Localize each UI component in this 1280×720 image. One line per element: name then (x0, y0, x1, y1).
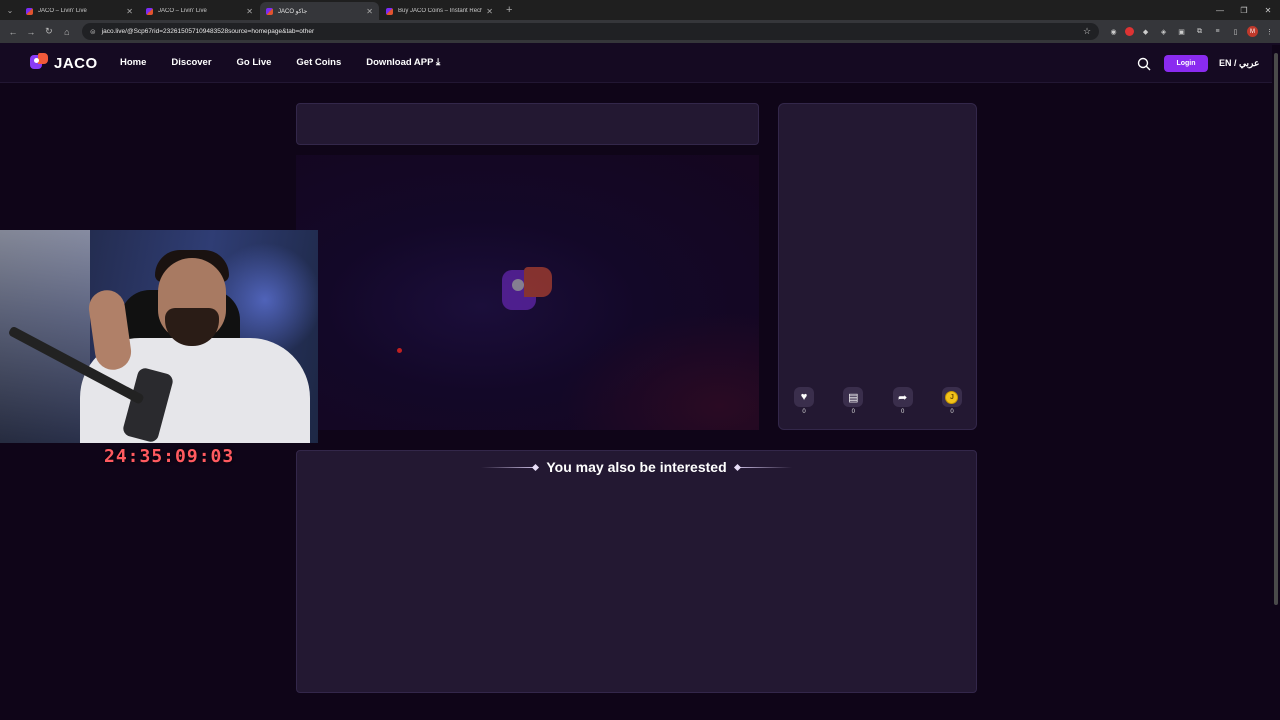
chat-side-panel: ♥ 0 ▤ 0 ➦ 0 J 0 (778, 103, 977, 430)
browser-tab-strip: ⌄ JACO – Livin' Live ✕ JACO – Livin' Liv… (0, 0, 1280, 20)
browser-tab-3[interactable]: JACO جاكو ✕ (260, 2, 379, 20)
nav-download-app[interactable]: Download APP ⤓ (366, 57, 440, 68)
nav-download-label: Download APP (366, 57, 434, 68)
video-player[interactable] (296, 155, 759, 430)
heart-icon: ♥ (794, 387, 814, 407)
close-tab-icon[interactable]: ✕ (486, 7, 493, 16)
profile-avatar[interactable]: M (1247, 26, 1259, 37)
url-text: jaco.live/@Scp67rid=232615057109483528so… (101, 28, 315, 35)
sidebar-icon[interactable]: ▯ (1229, 25, 1242, 38)
browser-tab-4[interactable]: Buy JACO Coins – Instant Rech ✕ (380, 2, 499, 20)
recommendations-heading: You may also be interested (297, 459, 976, 475)
browser-tab-2[interactable]: JACO – Livin' Live ✕ (140, 2, 259, 20)
main-nav: Home Discover Go Live Get Coins Download… (120, 57, 465, 68)
recommendations-title: You may also be interested (546, 459, 727, 475)
jaco-favicon (386, 7, 393, 15)
close-tab-icon[interactable]: ✕ (126, 7, 133, 16)
gift-button[interactable]: J 0 (935, 387, 969, 417)
reload-icon[interactable]: ↻ (40, 23, 58, 41)
nav-discover[interactable]: Discover (171, 57, 211, 68)
jaco-favicon (146, 7, 153, 15)
logo-text: JACO (54, 54, 98, 72)
window-controls: — ❐ ✕ (1208, 0, 1280, 20)
jaco-favicon (266, 7, 273, 15)
cursor-marker (397, 348, 402, 353)
heading-right-ornament (736, 466, 792, 468)
close-tab-icon[interactable]: ✕ (246, 7, 253, 16)
bookmark-star-icon[interactable]: ☆ (1083, 26, 1091, 37)
browser-tab-1[interactable]: JACO – Livin' Live ✕ (20, 2, 139, 20)
extension-icon[interactable] (1125, 27, 1135, 36)
back-icon[interactable]: ← (4, 23, 22, 41)
tab-search-icon[interactable]: ⌄ (0, 0, 20, 20)
forward-icon[interactable]: → (22, 23, 40, 41)
share-button[interactable]: ➦ 0 (886, 387, 920, 417)
jaco-favicon (26, 7, 33, 15)
like-button[interactable]: ♥ 0 (787, 387, 821, 417)
extension-icon[interactable]: ▣ (1175, 25, 1188, 38)
downloads-icon[interactable]: ≡ (1211, 25, 1224, 38)
extension-icon[interactable]: ◈ (1157, 25, 1170, 38)
action-bar: ♥ 0 ▤ 0 ➦ 0 J 0 (787, 387, 969, 417)
nav-home[interactable]: Home (120, 57, 146, 68)
page-scrollbar[interactable] (1272, 45, 1280, 720)
jaco-logo[interactable]: JACO (30, 53, 98, 73)
extension-icon[interactable]: ◆ (1139, 25, 1152, 38)
jaco-loading-logo-icon (502, 267, 554, 315)
extensions-bar: ◉ ◆ ◈ ▣ ⧉ ≡ ▯ M ⋮ (1107, 25, 1276, 38)
comment-button[interactable]: ▤ 0 (836, 387, 870, 417)
close-tab-icon[interactable]: ✕ (366, 7, 373, 16)
home-icon[interactable]: ⌂ (58, 23, 76, 41)
tab-title: JACO جاكو (278, 8, 308, 15)
download-icon: ⤓ (435, 57, 441, 68)
site-header: JACO Home Discover Go Live Get Coins Dow… (0, 43, 1280, 83)
language-switch[interactable]: EN / عربي (1219, 58, 1259, 69)
share-count: 0 (900, 409, 905, 415)
share-icon: ➦ (892, 387, 913, 407)
stream-timer: 24:35:09:03 (104, 446, 235, 467)
site-info-icon[interactable]: ⊜ (90, 28, 96, 36)
recommendations-section: You may also be interested (296, 450, 977, 693)
nav-get-coins[interactable]: Get Coins (296, 57, 341, 68)
puzzle-icon[interactable]: ⧉ (1193, 25, 1206, 38)
scrollbar-thumb[interactable] (1274, 53, 1278, 605)
menu-kebab-icon[interactable]: ⋮ (1263, 25, 1276, 38)
nav-go-live[interactable]: Go Live (237, 57, 272, 68)
search-icon[interactable] (1137, 57, 1151, 71)
login-button[interactable]: Login (1164, 55, 1208, 72)
address-bar[interactable]: ⊜ jaco.live/@Scp67rid=232615057109483528… (81, 23, 1100, 40)
minimize-icon[interactable]: — (1208, 0, 1232, 20)
tab-title: JACO – Livin' Live (158, 8, 207, 14)
tab-title: Buy JACO Coins – Instant Rech (398, 8, 483, 14)
jaco-logo-icon (30, 53, 48, 73)
coin-icon-wrap: J (941, 387, 962, 407)
stream-info-card (296, 103, 759, 145)
close-window-icon[interactable]: ✕ (1256, 0, 1280, 20)
heading-left-ornament (481, 466, 537, 468)
like-count: 0 (802, 409, 806, 415)
extension-icon[interactable]: ◉ (1107, 25, 1120, 38)
comment-icon: ▤ (843, 387, 864, 407)
gift-count: 0 (950, 409, 954, 415)
comment-count: 0 (851, 409, 855, 415)
webcam-overlay (0, 230, 318, 443)
tab-title: JACO – Livin' Live (38, 8, 87, 14)
new-tab-icon[interactable]: + (506, 2, 512, 20)
browser-toolbar: ← → ↻ ⌂ ⊜ jaco.live/@Scp67rid=2326150571… (0, 20, 1280, 43)
maximize-icon[interactable]: ❐ (1232, 0, 1256, 20)
coin-icon: J (945, 390, 959, 404)
